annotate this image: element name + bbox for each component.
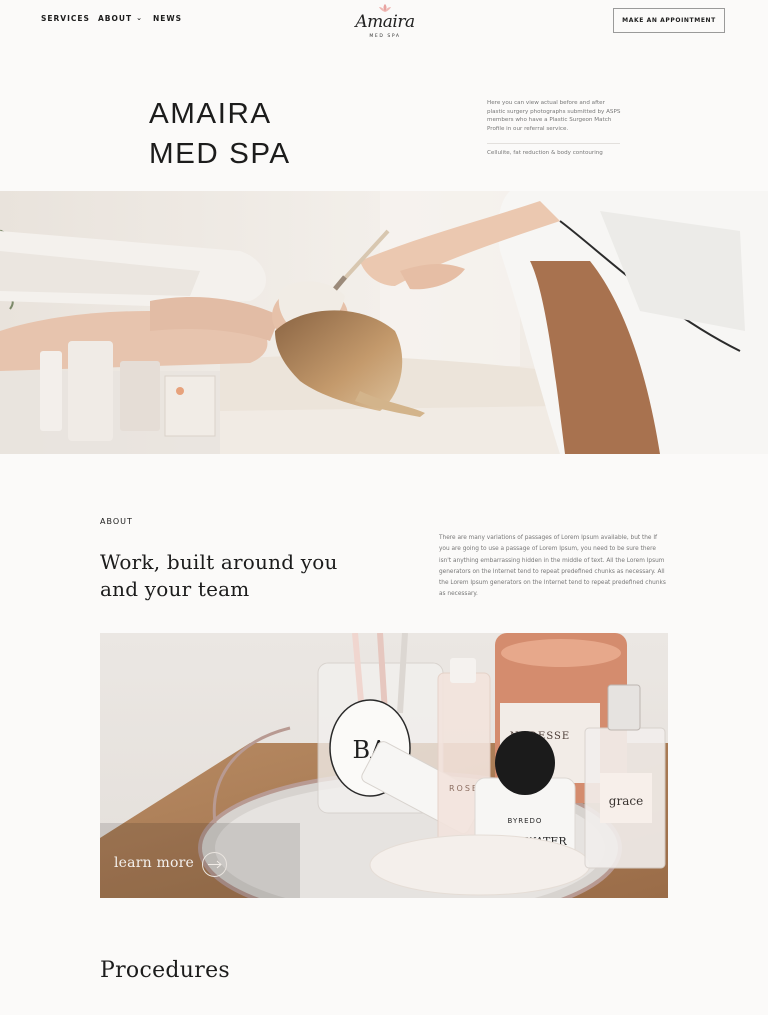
- hero-tag: Cellulite, fat reduction & body contouri…: [487, 150, 603, 156]
- hero-title-line-1: AMAIRA: [149, 98, 272, 130]
- about-heading-line-1: Work, built around you: [100, 550, 338, 574]
- logo-name: Amaira: [355, 12, 415, 32]
- byredo-label: BYREDO: [508, 817, 543, 825]
- nav-about[interactable]: ABOUT ⌄: [98, 14, 143, 23]
- about-label: ABOUT: [100, 517, 133, 526]
- lotus-icon: [379, 4, 391, 12]
- procedures-heading: Procedures: [100, 958, 230, 983]
- site-header: SERVICES ABOUT ⌄ NEWS Amaira MED SPA MAKE…: [0, 0, 768, 48]
- logo-subtitle: MED SPA: [369, 34, 401, 39]
- learn-more-link[interactable]: learn more: [114, 855, 194, 871]
- make-appointment-button[interactable]: MAKE AN APPOINTMENT: [613, 8, 725, 33]
- hero-description: Here you can view actual before and afte…: [487, 100, 621, 132]
- chevron-down-icon: ⌄: [136, 14, 143, 22]
- hero-image: [0, 191, 768, 454]
- facial-treatment-photo: [0, 191, 768, 454]
- nav-services[interactable]: SERVICES: [41, 14, 90, 23]
- site-logo[interactable]: Amaira MED SPA: [340, 4, 430, 42]
- hero-title: AMAIRA MED SPA: [149, 94, 291, 174]
- grace-label: grace: [609, 794, 643, 808]
- arrow-right-glyph: [208, 860, 222, 869]
- nav-about-label: ABOUT: [98, 14, 133, 23]
- about-heading: Work, built around you and your team: [100, 549, 380, 603]
- nav-news[interactable]: NEWS: [153, 14, 182, 23]
- about-heading-line-2: and your team: [100, 577, 250, 601]
- about-text: There are many variations of passages of…: [439, 535, 666, 598]
- arrow-right-icon[interactable]: [202, 852, 227, 877]
- hero-title-line-2: MED SPA: [149, 138, 291, 170]
- hero-divider: [487, 143, 620, 144]
